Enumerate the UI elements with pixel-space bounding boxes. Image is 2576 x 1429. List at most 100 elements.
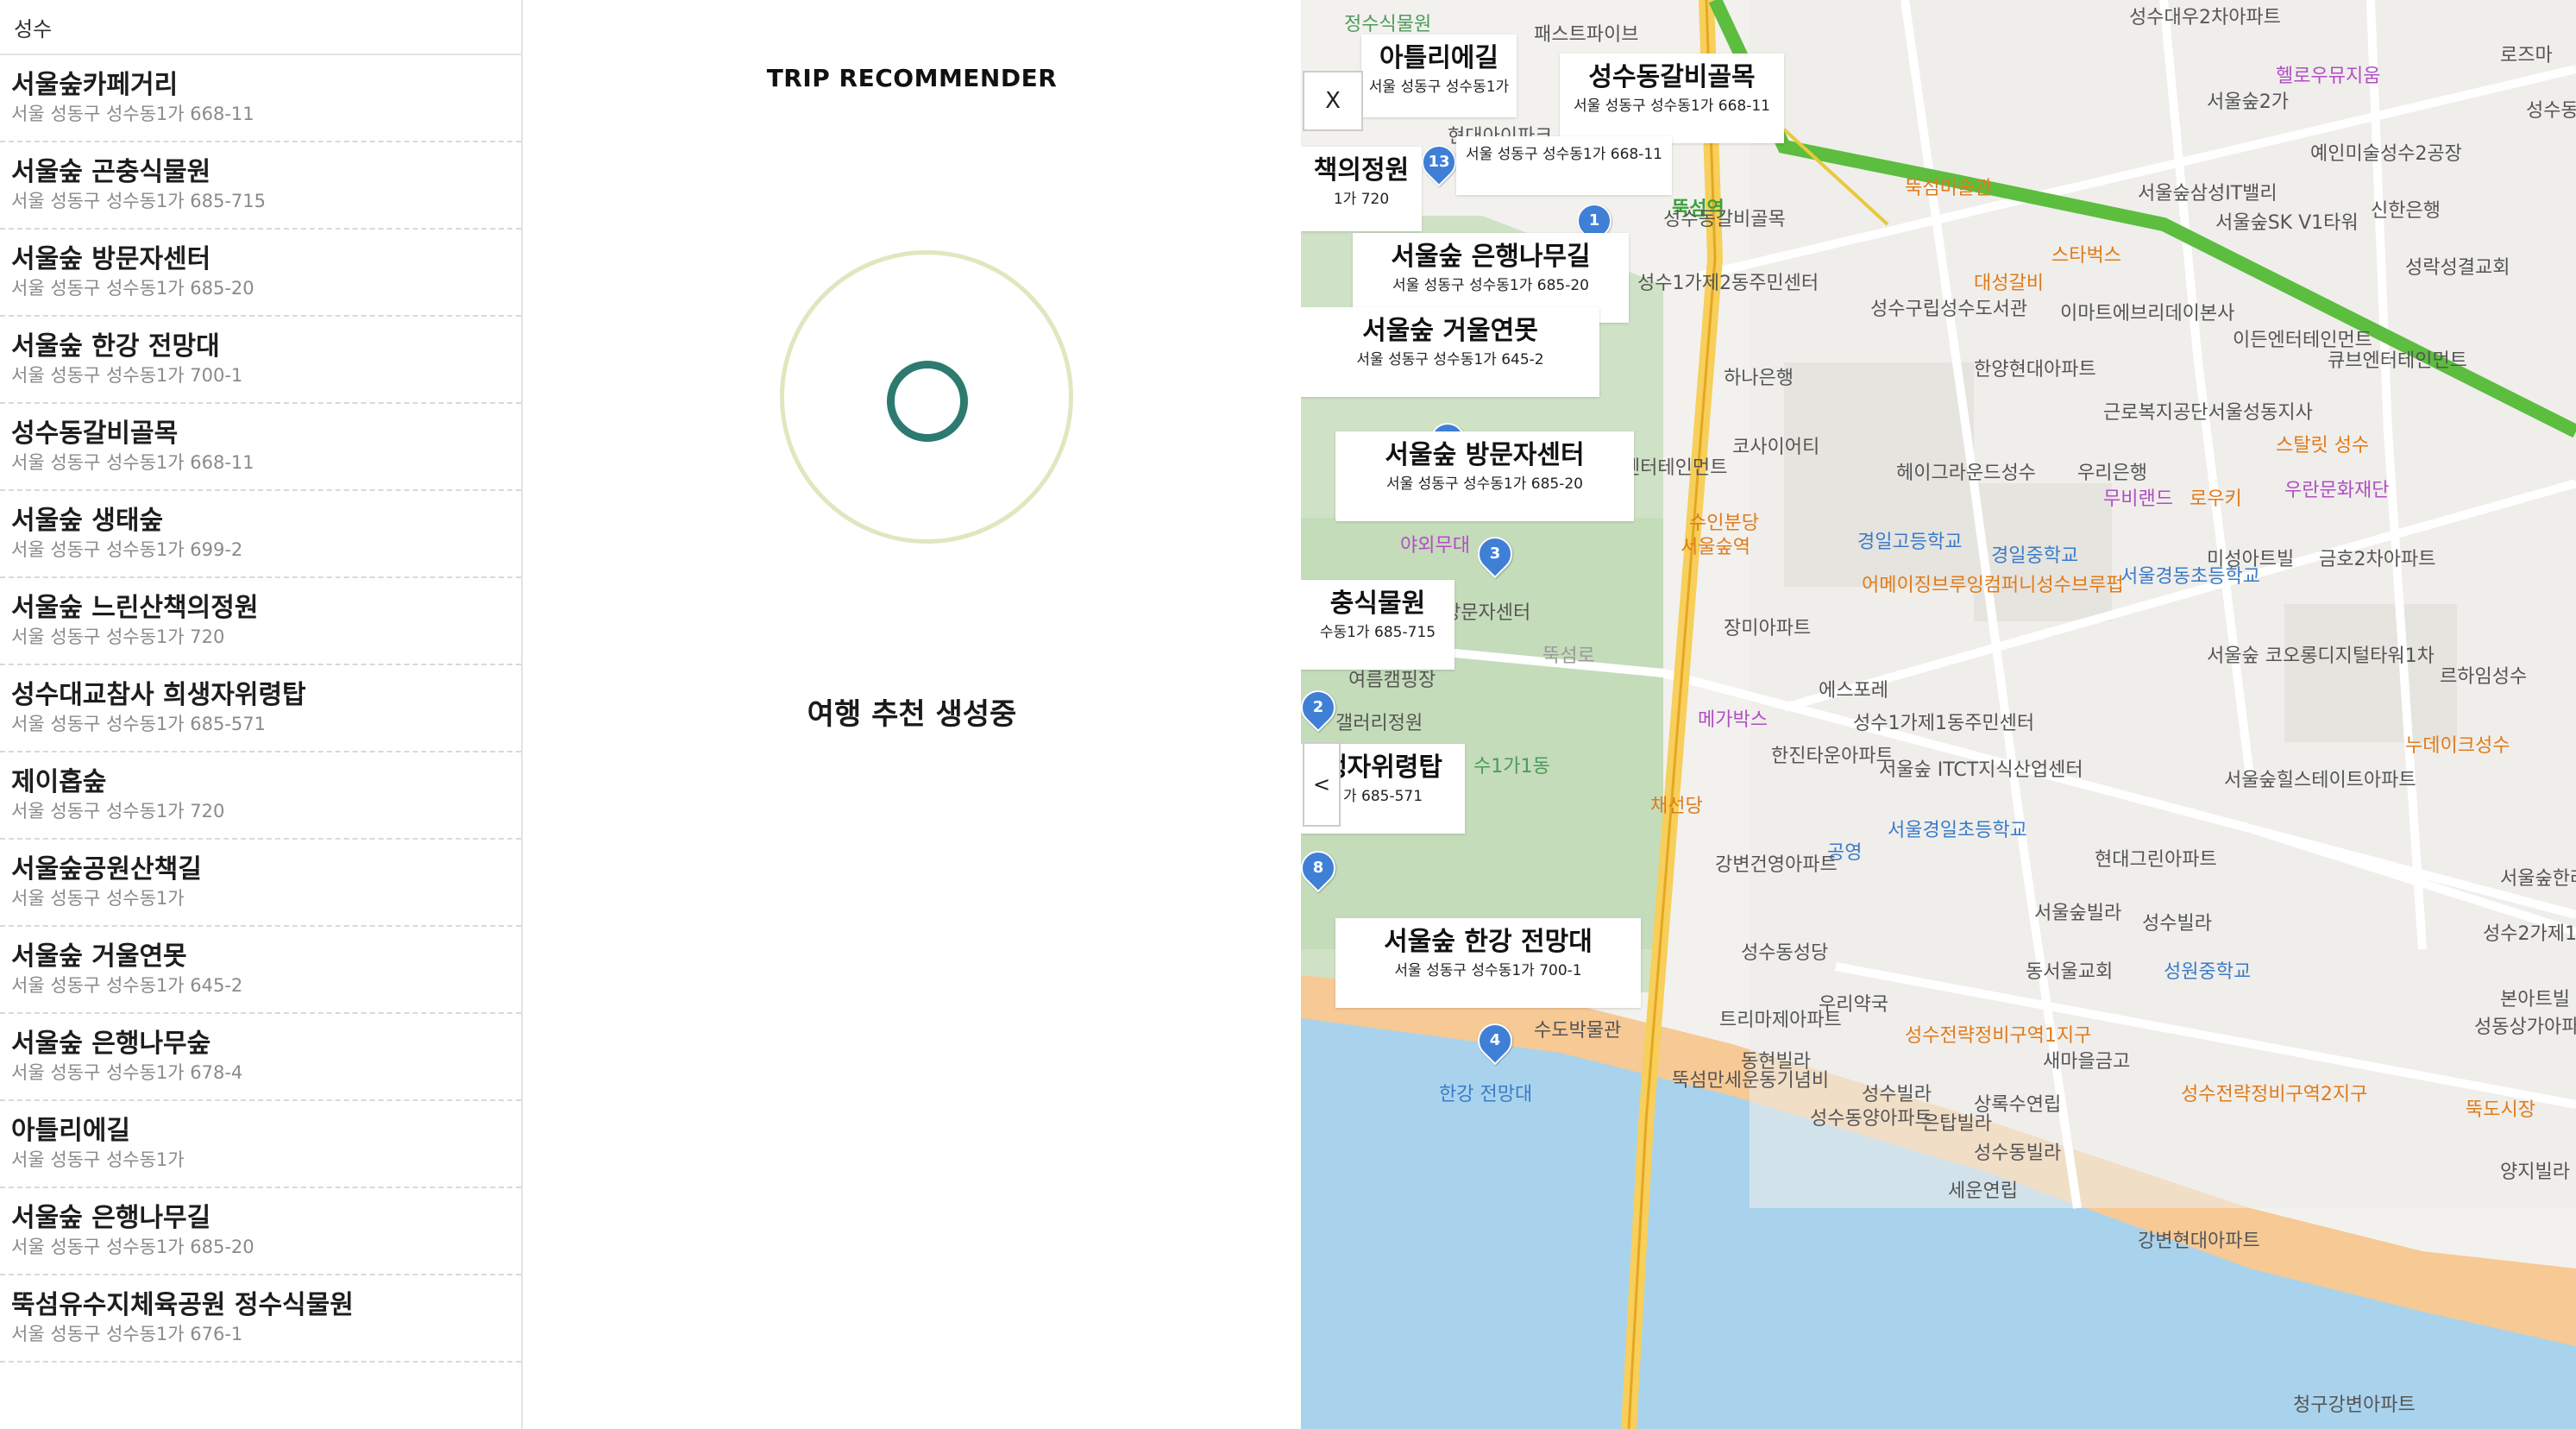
place-name: 제이홉숲 xyxy=(11,767,107,797)
map-place-label: 하나은행 xyxy=(1724,368,1794,389)
map-place-label: 서울경일초등학교 xyxy=(1888,820,2027,841)
place-list-item[interactable]: 성수동갈비골목 서울 성동구 성수동1가 668-11 xyxy=(0,404,521,491)
map-place-label: 본아트빌 xyxy=(2500,989,2570,1010)
map-place-label: 서울숲2가 xyxy=(2207,91,2289,113)
place-list-item[interactable]: 서울숲 느린산책의정원서울 성동구 성수동1가 720 xyxy=(0,578,521,665)
place-list-item[interactable]: 서울숲 생태숲 서울 성동구 성수동1가 699-2 xyxy=(0,491,521,578)
map-place-label: 헤이그라운드성수 xyxy=(1896,463,2036,484)
popup-place-address: 수동1가 685-715 xyxy=(1319,624,1436,641)
close-button[interactable]: X xyxy=(1303,71,1363,131)
place-list-panel: 서울숲카페거리서울 성동구 성수동1가 668-11서울숲 곤충식물원서울 성동… xyxy=(0,0,523,1429)
map-place-label: 성락성결교회 xyxy=(2405,257,2510,279)
place-list-item[interactable]: 뚝섬유수지체육공원 정수식물원 서울 성동구 성수동1가 676-1 xyxy=(0,1275,521,1363)
place-address: 서울 성동구 성수동1가 xyxy=(11,888,185,909)
map-info-popup[interactable]: 책의정원 1가 720 xyxy=(1301,147,1422,231)
search-input[interactable] xyxy=(12,14,499,40)
map-place-label: 뚝도시장 xyxy=(2466,1099,2535,1121)
place-name: 서울숲공원산책길 xyxy=(11,854,202,884)
place-list-item[interactable]: 아틀리에길 서울 성동구 성수동1가 xyxy=(0,1101,521,1188)
place-address: 서울 성동구 성수동1가 720 xyxy=(11,626,225,647)
place-list-item[interactable]: 서울숲 거울연못 서울 성동구 성수동1가 645-2 xyxy=(0,927,521,1014)
place-list-item[interactable]: 서울숲공원산책길서울 성동구 성수동1가 xyxy=(0,840,521,927)
place-list-item[interactable]: 서울숲 곤충식물원서울 성동구 성수동1가 685-715 xyxy=(0,142,521,230)
place-name: 성수동갈비골목 xyxy=(11,419,179,449)
place-name: 서울숲 곤충식물원 xyxy=(11,157,211,187)
map-place-label: 우란문화재단 xyxy=(2284,480,2390,501)
place-address: 서울 성동구 성수동1가 700-1 xyxy=(11,365,243,386)
place-list-item[interactable]: 제이홉숲서울 성동구 성수동1가 720 xyxy=(0,752,521,840)
popup-place-address: 서울 성동구 성수동1가 685-20 xyxy=(1392,277,1589,294)
loading-spinner-icon xyxy=(887,361,968,442)
map-marker-number: 13 xyxy=(1428,153,1450,171)
map-place-label: 뚝섬미술관 xyxy=(1905,178,1993,199)
place-name: 서울숲 생태숲 xyxy=(11,506,164,536)
map-place-label: 어메이징브루잉컴퍼니성수브루펍 xyxy=(1862,575,2124,596)
map-place-label: 현대그린아파트 xyxy=(2095,849,2217,871)
place-address: 서울 성동구 성수동1가 685-571 xyxy=(11,714,267,734)
map-place-label: 방문자센터 xyxy=(1443,602,1531,624)
map-view[interactable]: 정수식물원 패스트파이브 성수대우2차아파트헬로우뮤지움 로즈마서울숲2가 성수동2가제… xyxy=(1301,0,2576,1429)
map-info-popup[interactable]: 성수동갈비골목 서울 성동구 성수동1가 668-11 xyxy=(1560,54,1784,143)
place-list-item[interactable]: 서울숲 은행나무길 서울 성동구 성수동1가 685-20 xyxy=(0,1188,521,1275)
popup-place-address: 서울 성동구 성수동1가 645-2 xyxy=(1356,351,1544,368)
place-list-item[interactable]: 서울숲 방문자센터서울 성동구 성수동1가 685-20 xyxy=(0,230,521,317)
place-list-item[interactable]: 서울숲 은행나무숲서울 성동구 성수동1가 678-4 xyxy=(0,1014,521,1101)
map-place-label: 로즈마 xyxy=(2500,45,2553,66)
place-address: 서울 성동구 성수동1가 678-4 xyxy=(11,1062,243,1083)
map-place-label: 양지빌라 xyxy=(2500,1161,2570,1183)
map-info-popup[interactable]: 서울숲 거울연못서울 성동구 성수동1가 645-2 xyxy=(1301,307,1599,397)
map-place-label: 성동상가아파트 xyxy=(2474,1017,2576,1038)
place-name: 서울숲카페거리 xyxy=(11,70,179,100)
popup-place-address: 서울 성동구 성수동1가 xyxy=(1368,79,1510,96)
map-info-popup[interactable]: 서울숲 방문자센터 서울 성동구 성수동1가 685-20 xyxy=(1335,431,1634,521)
map-place-label: 성수동2가제3동주민센터 xyxy=(2526,100,2576,122)
map-marker-number: 2 xyxy=(1312,698,1324,716)
place-name: 성수대교참사 희생자위령탑 xyxy=(11,680,306,710)
place-name: 서울숲 느린산책의정원 xyxy=(11,593,259,623)
map-place-label: 성원중학교 xyxy=(2164,961,2252,983)
map-place-label: 미성아트빌 xyxy=(2207,549,2295,570)
map-info-popup[interactable]: 충식물원 수동1가 685-715 xyxy=(1301,580,1454,670)
place-list-item[interactable]: 서울숲 한강 전망대 서울 성동구 성수동1가 700-1 xyxy=(0,317,521,404)
map-place-label: 서울숲 코오롱디지털타워1차 xyxy=(2207,645,2435,667)
place-name: 서울숲 은행나무숲 xyxy=(11,1029,211,1059)
map-place-label: 성수빌라 xyxy=(2142,913,2212,935)
place-list: 서울숲카페거리 서울 성동구 성수동1가 668-11 서울숲 곤충식물원 서울 성동… xyxy=(0,55,521,1363)
map-place-label: 패스트파이브 xyxy=(1534,24,1639,46)
popup-place-name: 서울숲 은행나무길 xyxy=(1391,242,1591,272)
map-place-label: 새마을금고 xyxy=(2043,1051,2131,1073)
collapse-panel-button[interactable]: < xyxy=(1303,742,1341,827)
place-address: 서울 성동구 성수동1가 720 xyxy=(11,801,225,822)
place-list-item[interactable]: 서울숲카페거리 서울 성동구 성수동1가 668-11 xyxy=(0,55,521,142)
map-place-label: 신한은행 xyxy=(2371,200,2441,222)
map-place-label: 성수동빌라 xyxy=(1974,1143,2062,1164)
loading-panel: TRIP RECOMMENDER 여행 추천 생성중 xyxy=(523,0,1301,1429)
map-place-label: 코사이어티 xyxy=(1732,437,1820,458)
map-place-label: 메가박스 xyxy=(1698,709,1768,731)
map-place-label: 대성갈비 xyxy=(1974,273,2044,294)
map-place-label: 수1가1동 xyxy=(1473,756,1550,777)
map-place-label: 세운연립 xyxy=(1948,1180,2018,1202)
map-place-label: 이마트에브리데이본사 xyxy=(2060,303,2235,324)
place-address: 서울 성동구 성수동1가 685-20 xyxy=(11,278,254,299)
map-place-label: 스타벅스 xyxy=(2051,245,2121,267)
place-address: 서울 성동구 성수동1가 685-715 xyxy=(11,191,267,211)
popup-place-address: 1가 720 xyxy=(1333,191,1390,208)
map-place-label: 성수2가제1동주민센터 xyxy=(2483,923,2576,945)
map-info-popup[interactable]: 서울숲 한강 전망대 서울 성동구 성수동1가 700-1 xyxy=(1335,918,1641,1008)
map-info-popup[interactable]: 서울 성동구 성수동1가 668-11 xyxy=(1456,136,1672,195)
map-place-label: 성수전략정비구역1지구 xyxy=(1905,1025,2092,1047)
map-place-label: 스탈릿 성수 xyxy=(2276,435,2370,456)
popup-place-name: 서울숲 한강 전망대 xyxy=(1384,927,1593,957)
map-place-label: 우리은행 xyxy=(2077,463,2147,484)
map-place-label: 한진타운아파트 xyxy=(1771,746,1894,767)
popup-place-name: 서울숲 거울연못 xyxy=(1362,316,1538,346)
map-info-popup[interactable]: 아틀리에길 서울 성동구 성수동1가 xyxy=(1361,35,1517,117)
map-place-label: 예인미술성수2공장 xyxy=(2310,143,2462,165)
map-place-label: 청구강변아파트 xyxy=(2293,1394,2416,1416)
place-list-item[interactable]: 성수대교참사 희생자위령탑서울 성동구 성수동1가 685-571 xyxy=(0,665,521,752)
place-name: 아틀리에길 xyxy=(11,1116,130,1146)
map-place-label: 강변현대아파트 xyxy=(2138,1231,2260,1252)
place-name: 서울숲 방문자센터 xyxy=(11,244,211,274)
map-place-label: 서울숲SK V1타워 xyxy=(2215,212,2359,234)
